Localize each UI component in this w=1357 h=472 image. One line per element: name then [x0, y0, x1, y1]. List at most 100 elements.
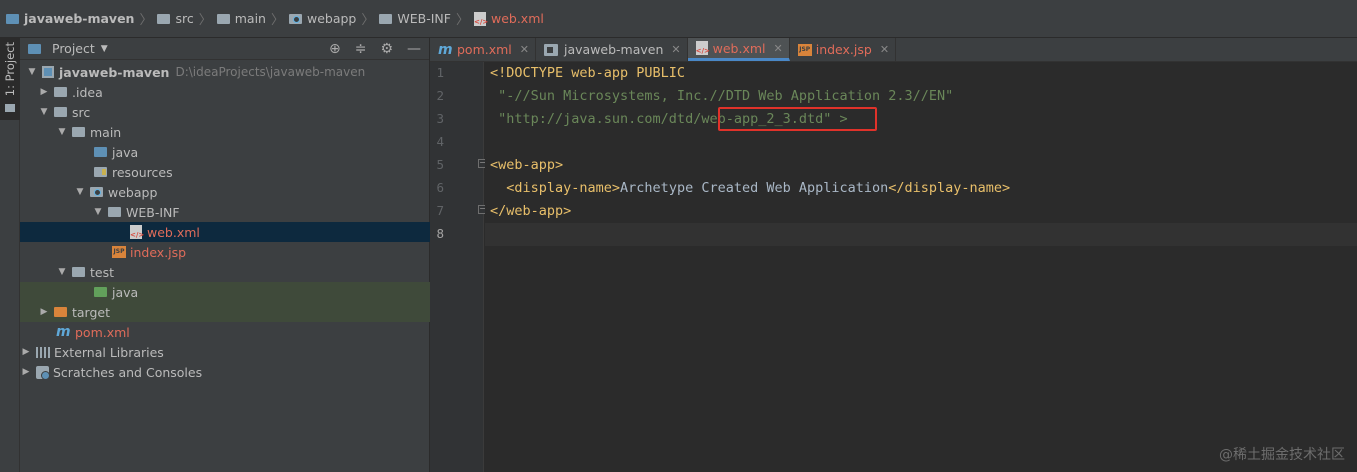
project-panel-header: Project ▼ ⊕ ≑ ⚙ — [20, 38, 429, 60]
jsp-file-icon: JSP [797, 43, 812, 56]
breadcrumb-item-main[interactable]: main [216, 0, 266, 38]
current-line-highlight [485, 223, 1357, 246]
web-folder-icon [90, 187, 103, 197]
chevron-right-icon[interactable]: ▶ [38, 307, 50, 317]
chevron-down-icon[interactable]: ▼ [92, 207, 104, 217]
tag-text: Archetype Created Web Application [620, 180, 889, 196]
code-line-7: </web-app> [490, 203, 572, 219]
module-icon [42, 66, 54, 78]
jsp-file-icon: JSP [112, 246, 126, 258]
xml-file-icon: </> [130, 225, 144, 239]
tree-item-scratches[interactable]: ▶ Scratches and Consoles [20, 362, 430, 382]
folder-icon [157, 13, 171, 24]
folder-icon [379, 13, 393, 24]
tree-item-target[interactable]: ▶ target [20, 302, 430, 322]
breadcrumb-item-web-inf[interactable]: WEB-INF [379, 0, 451, 38]
gear-icon[interactable]: ⚙ [380, 41, 393, 57]
tree-item-idea[interactable]: ▶ .idea [20, 82, 430, 102]
tree-item-src[interactable]: ▼ src [20, 102, 430, 122]
chevron-right-icon: 〉 [455, 13, 469, 28]
folder-icon [54, 107, 67, 117]
close-icon[interactable]: ✕ [520, 43, 529, 56]
line-number: 3 [436, 111, 444, 126]
chevron-down-icon[interactable]: ▼ [26, 67, 38, 77]
breadcrumb-item-src[interactable]: src [157, 0, 194, 38]
tab-index-jsp[interactable]: JSP index.jsp ✕ [790, 38, 897, 61]
chevron-right-icon: 〉 [198, 13, 212, 28]
tree-item-web-inf[interactable]: ▼ WEB-INF [20, 202, 430, 222]
project-tool-tab[interactable]: 1: Project [0, 38, 20, 120]
breadcrumb-item-web-xml[interactable]: </> web.xml [473, 0, 544, 38]
code-editor[interactable]: <!DOCTYPE web-app PUBLIC "-//Sun Microsy… [485, 62, 1357, 472]
tab-javaweb-maven[interactable]: javaweb-maven ✕ [536, 38, 688, 61]
chevron-down-icon[interactable]: ▼ [74, 187, 86, 197]
dropdown-caret-icon[interactable]: ▼ [101, 44, 108, 54]
line-number: 8 [436, 226, 444, 241]
tag-close: </display-name> [888, 180, 1011, 196]
code-line-5: <web-app> [490, 157, 564, 173]
module-folder-icon [6, 13, 19, 24]
folder-icon [216, 13, 230, 24]
breadcrumb-item-webapp[interactable]: webapp [288, 0, 356, 38]
code-line-6: <display-name>Archetype Created Web Appl… [490, 177, 1010, 200]
line-number: 7 [436, 203, 444, 218]
close-icon[interactable]: ✕ [774, 42, 783, 55]
code-line-2: "-//Sun Microsystems, Inc.//DTD Web Appl… [490, 88, 954, 104]
line-number: 1 [436, 65, 444, 80]
chevron-right-icon[interactable]: ▶ [38, 87, 50, 97]
scratches-icon [36, 365, 50, 380]
folder-icon [72, 267, 85, 277]
folder-icon [108, 207, 121, 217]
libraries-icon [36, 346, 50, 358]
source-folder-icon [94, 147, 107, 157]
tree-item-webapp[interactable]: ▼ webapp [20, 182, 430, 202]
folder-icon [72, 127, 85, 137]
chevron-down-icon[interactable]: ▼ [38, 107, 50, 117]
xml-file-icon: </> [473, 11, 488, 26]
tree-item-java[interactable]: java [20, 142, 430, 162]
close-icon[interactable]: ✕ [880, 43, 889, 56]
chevron-down-icon[interactable]: ▼ [56, 267, 68, 277]
tree-item-pom-xml[interactable]: m pom.xml [20, 322, 430, 342]
tag-open: <display-name> [490, 180, 621, 196]
folder-icon [54, 87, 67, 97]
project-tool-tab-label: 1: Project [3, 42, 17, 97]
line-number: 6 [436, 180, 444, 195]
tree-item-main[interactable]: ▼ main [20, 122, 430, 142]
excluded-folder-icon [54, 307, 67, 317]
collapse-all-icon[interactable]: ≑ [355, 41, 367, 57]
project-view-selector[interactable]: Project [52, 41, 95, 56]
close-icon[interactable]: ✕ [671, 43, 680, 56]
breadcrumb-item-javaweb-maven[interactable]: javaweb-maven [6, 0, 134, 38]
project-panel-toolbar: ⊕ ≑ ⚙ — [329, 41, 429, 57]
breadcrumb: javaweb-maven 〉 src 〉 main 〉 webapp 〉 WE… [0, 0, 1357, 38]
line-number: 2 [436, 88, 444, 103]
watermark: @稀土掘金技术社区 [1219, 447, 1345, 463]
tree-item-javaweb-maven[interactable]: ▼ javaweb-maven D:\ideaProjects\javaweb-… [20, 62, 430, 82]
locate-icon[interactable]: ⊕ [329, 41, 341, 57]
tab-pom-xml[interactable]: m pom.xml ✕ [430, 38, 536, 61]
tree-item-test[interactable]: ▼ test [20, 262, 430, 282]
folder-icon [5, 104, 15, 112]
line-gutter: 1 2 3 4 5 6 7 8 − − [430, 62, 487, 472]
highlight-box [718, 107, 877, 131]
code-line-1: <!DOCTYPE web-app PUBLIC [490, 65, 686, 81]
tree-item-external-libraries[interactable]: ▶ External Libraries [20, 342, 430, 362]
tree-item-index-jsp[interactable]: JSP index.jsp [20, 242, 430, 262]
web-folder-icon [288, 13, 302, 24]
chevron-down-icon[interactable]: ▼ [56, 127, 68, 137]
chevron-right-icon[interactable]: ▶ [20, 367, 32, 377]
test-source-folder-icon [94, 287, 107, 297]
line-number: 4 [436, 134, 444, 149]
project-panel: Project ▼ ⊕ ≑ ⚙ — ▼ javaweb-maven D:\ide… [20, 38, 430, 472]
editor-tabs: m pom.xml ✕ javaweb-maven ✕ </> web.xml … [430, 38, 1357, 62]
tree-item-resources[interactable]: resources [20, 162, 430, 182]
chevron-right-icon[interactable]: ▶ [20, 347, 32, 357]
tree-item-test-java[interactable]: java [20, 282, 430, 302]
tree-item-web-xml[interactable]: </> web.xml [20, 222, 430, 242]
xml-file-icon: </> [695, 41, 710, 55]
chevron-right-icon: 〉 [139, 13, 153, 28]
resources-folder-icon [94, 167, 107, 177]
tab-web-xml[interactable]: </> web.xml ✕ [687, 38, 790, 61]
minimize-icon[interactable]: — [407, 41, 421, 57]
